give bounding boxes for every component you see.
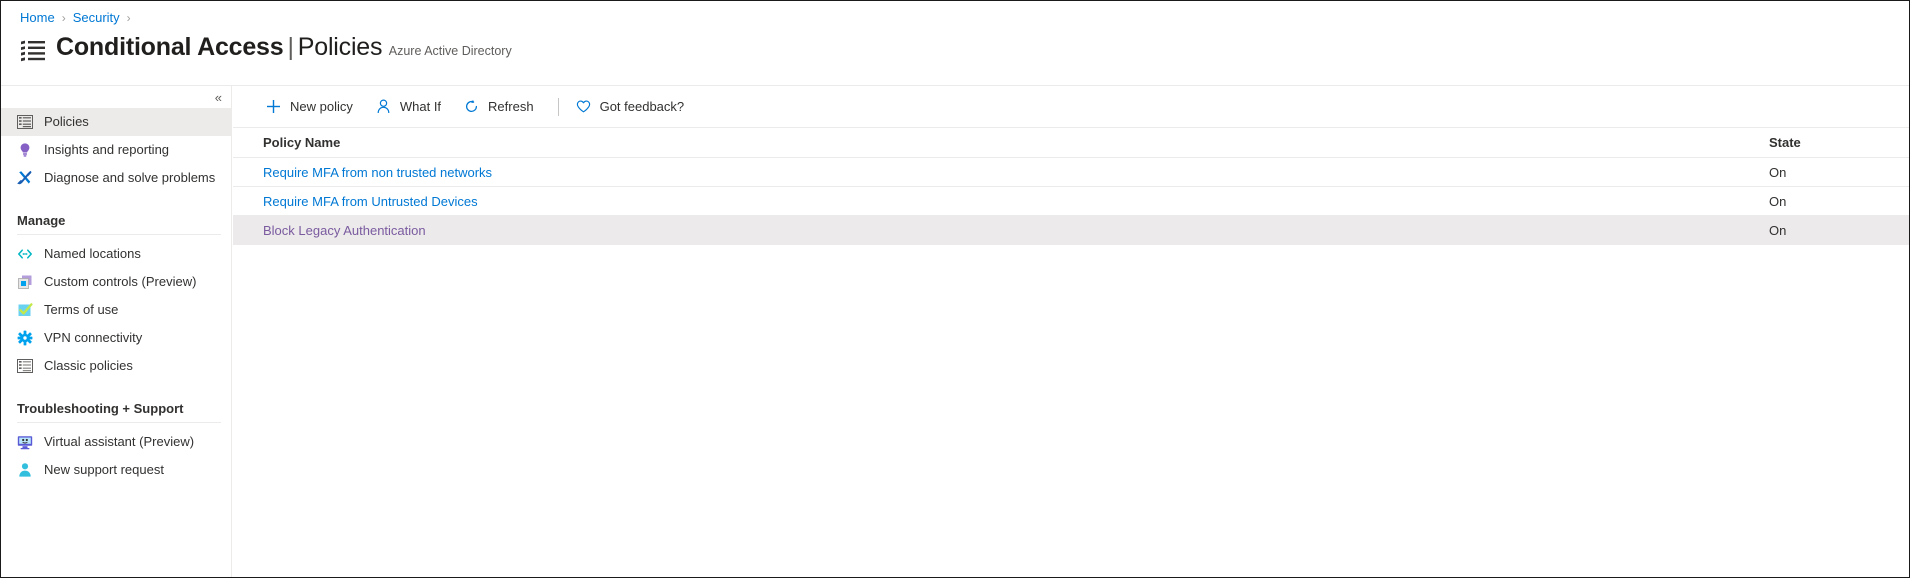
policy-name-cell: Block Legacy Authentication [263, 223, 1731, 238]
sidebar-item-classic-policies[interactable]: Classic policies [1, 352, 231, 380]
sidebar-item-insights-and-reporting[interactable]: Insights and reporting [1, 136, 231, 164]
gear-icon [17, 330, 33, 346]
page-title-block: Conditional Access | Policies Azure Active… [56, 32, 512, 62]
what-if-label: What If [399, 99, 442, 114]
got-feedback-button[interactable]: Got feedback? [573, 92, 695, 122]
sidebar-group-divider [17, 234, 221, 235]
wrench-screwdriver-icon [17, 170, 33, 186]
policy-link[interactable]: Require MFA from Untrusted Devices [263, 194, 478, 209]
sidebar-collapse-row: « [1, 86, 231, 108]
new-policy-label: New policy [290, 99, 353, 114]
page-title: Conditional Access | Policies [56, 33, 383, 61]
person-icon [375, 98, 392, 115]
plus-icon [265, 98, 282, 115]
table-row[interactable]: Require MFA from Untrusted Devices On [233, 187, 1909, 216]
sidebar-item-diagnose-and-solve-problems[interactable]: Diagnose and solve problems [1, 164, 231, 192]
column-header-state[interactable]: State [1731, 135, 1851, 150]
sidebar-item-label: Policies [44, 114, 89, 129]
sidebar-item-new-support-request[interactable]: New support request [1, 456, 231, 484]
page-title-subpage: Policies [297, 33, 383, 61]
sidebar-item-virtual-assistant[interactable]: Virtual assistant (Preview) [1, 428, 231, 456]
policy-name-cell: Require MFA from non trusted networks [263, 165, 1731, 180]
policy-name-cell: Require MFA from Untrusted Devices [263, 194, 1731, 209]
classic-list-icon [17, 358, 33, 374]
table-header-row: Policy Name State [233, 128, 1909, 158]
sidebar-item-label: New support request [44, 462, 164, 477]
sidebar-item-terms-of-use[interactable]: Terms of use [1, 296, 231, 324]
sidebar-item-label: Insights and reporting [44, 142, 170, 157]
breadcrumb-separator-icon: › [61, 11, 66, 25]
policy-link[interactable]: Require MFA from non trusted networks [263, 165, 492, 180]
got-feedback-label: Got feedback? [599, 99, 685, 114]
refresh-button[interactable]: Refresh [461, 92, 544, 122]
sidebar-group-troubleshooting-title: Troubleshooting + Support [17, 401, 184, 416]
refresh-icon [463, 98, 480, 115]
policy-list-icon [20, 37, 48, 65]
page-title-separator: | [287, 33, 294, 61]
person-support-icon [17, 462, 33, 478]
sidebar-item-label: Classic policies [44, 358, 133, 373]
table-row[interactable]: Block Legacy Authentication On [233, 216, 1909, 245]
command-separator [557, 97, 559, 116]
code-brackets-icon [17, 246, 33, 262]
policy-state-cell: On [1769, 164, 1787, 180]
checkbox-checked-icon [17, 302, 33, 318]
sidebar-item-policies[interactable]: Policies [1, 108, 231, 136]
lightbulb-icon [17, 142, 33, 158]
collapse-chevron-icon[interactable]: « [212, 89, 225, 106]
sidebar-item-custom-controls[interactable]: Custom controls (Preview) [1, 268, 231, 296]
sidebar-item-label: Virtual assistant (Preview) [44, 434, 195, 449]
breadcrumb: Home › Security › [20, 9, 138, 27]
policy-state-cell: On [1769, 222, 1787, 238]
sidebar-item-label: VPN connectivity [44, 330, 143, 345]
page-header: Conditional Access | Policies Azure Active… [20, 32, 512, 65]
refresh-label: Refresh [488, 99, 534, 114]
sidebar-item-vpn-connectivity[interactable]: VPN connectivity [1, 324, 231, 352]
breadcrumb-item-home[interactable]: Home [20, 9, 55, 27]
heart-icon [575, 98, 592, 115]
policy-state-cell: On [1769, 193, 1787, 209]
conditional-access-policies-page: Home › Security › Conditional Access | Pol… [0, 0, 1910, 578]
column-header-policy-name[interactable]: Policy Name [263, 135, 1731, 150]
main-content: New policy What If Refresh Got feedback?… [233, 86, 1909, 577]
policies-table: Policy Name State Require MFA from non t… [233, 128, 1909, 245]
command-bar: New policy What If Refresh Got feedback? [233, 86, 1909, 128]
breadcrumb-item-security[interactable]: Security [73, 9, 120, 27]
sidebar: « Policies Insights and reporting Diagno… [1, 86, 232, 577]
sidebar-group-manage-title: Manage [17, 213, 66, 228]
table-row[interactable]: Require MFA from non trusted networks On [233, 158, 1909, 187]
custom-control-icon [17, 274, 33, 290]
policy-link[interactable]: Block Legacy Authentication [263, 223, 426, 238]
sidebar-group-divider [17, 422, 221, 423]
page-title-primary: Conditional Access [56, 33, 284, 61]
sidebar-item-named-locations[interactable]: Named locations [1, 240, 231, 268]
sidebar-item-label: Terms of use [44, 302, 119, 317]
sidebar-item-label: Named locations [44, 246, 141, 261]
what-if-button[interactable]: What If [373, 92, 451, 122]
sidebar-item-label: Custom controls (Preview) [44, 274, 197, 289]
new-policy-button[interactable]: New policy [263, 92, 363, 122]
policy-list-icon [17, 114, 33, 130]
sidebar-item-label: Diagnose and solve problems [44, 170, 216, 185]
breadcrumb-separator-icon: › [126, 11, 131, 25]
monitor-assistant-icon [17, 434, 33, 450]
page-subtitle: Azure Active Directory [388, 44, 512, 58]
